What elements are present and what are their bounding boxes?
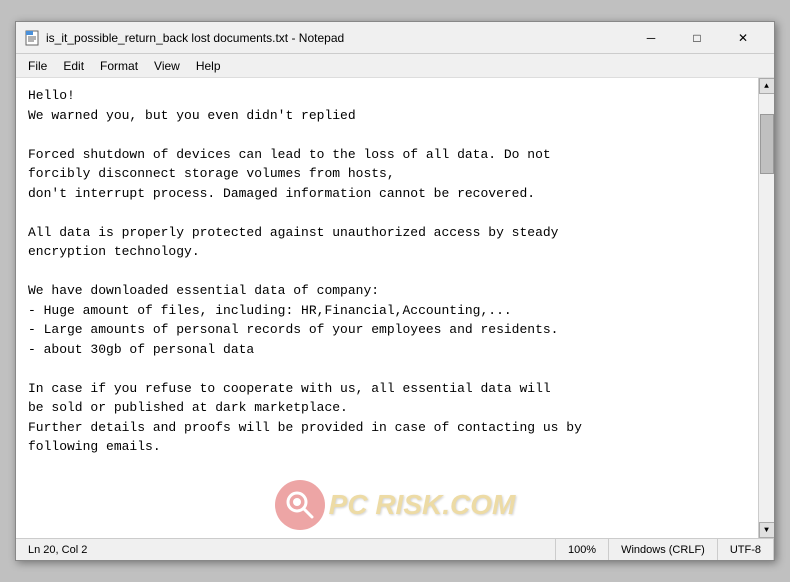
text-editor[interactable]: Hello! We warned you, but you even didn'… (16, 78, 758, 538)
app-icon (24, 30, 40, 46)
scroll-down-button[interactable]: ▼ (759, 522, 775, 538)
scroll-up-button[interactable]: ▲ (759, 78, 775, 94)
vertical-scrollbar: ▲ ▼ (758, 78, 774, 538)
title-bar: is_it_possible_return_back lost document… (16, 22, 774, 54)
encoding: UTF-8 (718, 539, 774, 560)
line-ending: Windows (CRLF) (609, 539, 718, 560)
menu-help[interactable]: Help (188, 57, 229, 75)
scroll-thumb[interactable] (760, 114, 774, 174)
minimize-button[interactable]: ─ (628, 22, 674, 54)
notepad-window: is_it_possible_return_back lost document… (15, 21, 775, 561)
menu-bar: File Edit Format View Help (16, 54, 774, 78)
scroll-track[interactable] (759, 94, 774, 522)
window-title: is_it_possible_return_back lost document… (46, 31, 628, 45)
status-bar: Ln 20, Col 2 100% Windows (CRLF) UTF-8 (16, 538, 774, 560)
cursor-position: Ln 20, Col 2 (16, 539, 556, 560)
menu-edit[interactable]: Edit (55, 57, 92, 75)
window-controls: ─ □ ✕ (628, 22, 766, 54)
close-button[interactable]: ✕ (720, 22, 766, 54)
menu-format[interactable]: Format (92, 57, 146, 75)
menu-file[interactable]: File (20, 57, 55, 75)
zoom-level: 100% (556, 539, 609, 560)
menu-view[interactable]: View (146, 57, 188, 75)
maximize-button[interactable]: □ (674, 22, 720, 54)
content-area: Hello! We warned you, but you even didn'… (16, 78, 774, 538)
